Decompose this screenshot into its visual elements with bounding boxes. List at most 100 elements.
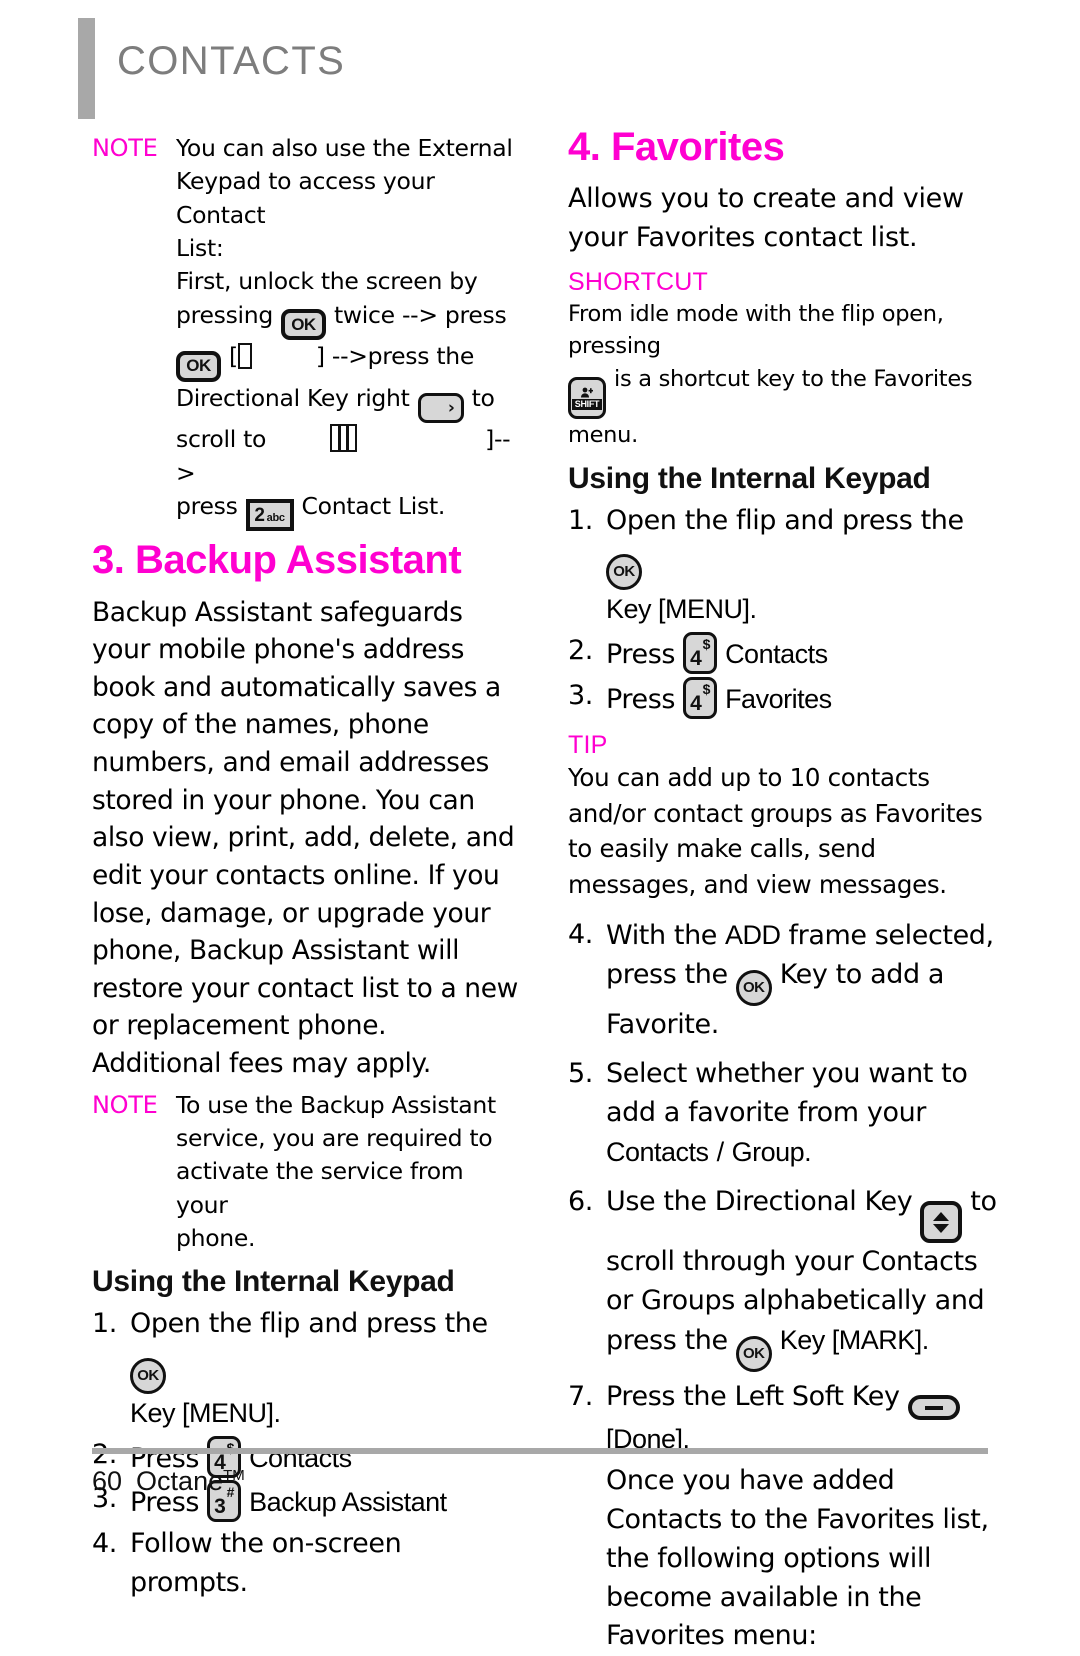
tip-body: You can add up to 10 contacts and/or con…: [568, 763, 983, 899]
footer-rule: [92, 1448, 988, 1454]
note-line: activate the service from your: [176, 1157, 464, 1219]
key-digit: 4: [690, 647, 702, 671]
note-line: To use the Backup Assistant: [176, 1090, 496, 1119]
list-item: 1. Open the flip and press the OK Key [MEN…: [568, 502, 998, 631]
step-text-part: .: [804, 1136, 812, 1167]
note-text: ] -->press the: [315, 342, 475, 371]
section-heading-favorites: 4. Favorites: [568, 125, 785, 169]
step-text: Press4$Contacts: [606, 632, 998, 675]
shortcut-text: From idle mode with the flip open, press…: [568, 300, 944, 360]
note-line-with-keys: pressing OK twice --> press: [176, 299, 522, 341]
list-item: 6. Use the Directional Key to scroll thro…: [568, 1183, 998, 1372]
keypad-number-key-icon: 4$: [683, 632, 718, 675]
note-text: [: [229, 342, 238, 371]
step-text-part: Open the flip and press the: [130, 1308, 488, 1340]
note-text: to: [471, 383, 495, 412]
note-line: List:: [176, 234, 224, 263]
directional-key-up-down-icon: [920, 1201, 963, 1244]
ok-key-icon: OK: [176, 350, 221, 382]
note-line: service, you are required to: [176, 1124, 493, 1153]
key-superscript: $: [702, 680, 711, 697]
note-text: twice --> press: [333, 300, 507, 329]
step-number: 7.: [568, 1380, 593, 1412]
step-text-part: /: [716, 1136, 725, 1167]
note-line-with-keys: press 2 abc Contact List.: [176, 490, 522, 532]
ok-key-icon: OK: [735, 970, 772, 1007]
note-line: Keypad to access your Contact: [176, 167, 435, 229]
subheading-using-internal-keypad: Using the Internal Keypad: [92, 1265, 455, 1299]
left-soft-key-icon: [907, 1395, 960, 1421]
page-number: 60: [92, 1466, 123, 1496]
ok-key-icon: OK: [130, 1357, 166, 1394]
note-label: NOTE: [92, 1090, 158, 1119]
list-item: 4. With the ADD frame selected, press the O…: [568, 916, 998, 1045]
key-letters: abc: [266, 512, 285, 525]
note-body: To use the Backup Assistant service, you…: [176, 1089, 522, 1256]
step-text: Press 4 $ Favorites: [606, 676, 998, 720]
step-text-part: Key [MENU].: [606, 594, 757, 625]
step-text-part: Use the Directional Key: [606, 1185, 913, 1217]
soft-key-dash-icon: [924, 1405, 943, 1410]
step-text: Select whether you want to add a favorit…: [606, 1055, 998, 1173]
manual-page: CONTACTS NOTE You can also use the Exter…: [0, 0, 1080, 1651]
section-heading-backup-assistant: 3. Backup Assistant: [92, 538, 462, 583]
tip-label: TIP: [568, 730, 608, 759]
subheading-using-internal-keypad: Using the Internal Keypad: [568, 461, 931, 495]
key-superscript: $: [702, 636, 711, 653]
steps-list-favorites: 1. Open the flip and press the OK Key [MEN…: [568, 502, 998, 720]
note-label: NOTE: [92, 134, 158, 162]
right-column: 4. Favorites Allows you to create and vi…: [568, 126, 998, 1656]
list-item: 4. Follow the on-screen prompts.: [92, 1525, 522, 1603]
step-number: 2.: [568, 635, 593, 667]
step-text-part: Open the flip and press the: [606, 504, 964, 536]
triangle-down-icon: [933, 1223, 950, 1233]
left-column: NOTE You can also use the External Keypa…: [92, 126, 522, 1605]
note-line-with-keys: Directional Key right › to: [176, 382, 522, 424]
note-external-keypad: NOTE You can also use the External Keypa…: [92, 132, 522, 532]
step-text-part: Contacts: [725, 639, 828, 670]
step-text-part: Press: [606, 683, 676, 715]
list-item: 5. Select whether you want to add a favo…: [568, 1055, 998, 1173]
step-text: Open the flip and press the OK Key [MENU].: [606, 502, 998, 631]
key-digit: 2: [254, 505, 265, 527]
closing-paragraph: Once you have added Contacts to the Favo…: [606, 1464, 989, 1652]
menu-grid-glyph-icon: [330, 424, 358, 453]
step-text: Use the Directional Key to scroll through…: [606, 1183, 998, 1372]
ok-key-icon: OK: [735, 1335, 772, 1372]
shortcut-label: SHORTCUT: [568, 268, 709, 297]
step-number: 3.: [568, 679, 593, 711]
keypad-2abc-icon: 2 abc: [245, 499, 294, 532]
step-number: 1.: [92, 1308, 117, 1340]
note-text: Contact List.: [301, 492, 446, 521]
step-text-part: Select whether you want to add a favorit…: [606, 1057, 968, 1128]
triangle-up-icon: [933, 1211, 950, 1221]
key-digit: 4: [690, 691, 702, 715]
note-text: pressing: [176, 300, 273, 329]
step-text-part: Key [MENU].: [130, 1397, 281, 1428]
ui-label: Contacts: [606, 1136, 709, 1167]
directional-key-right-icon: ›: [417, 393, 464, 424]
step-text-part: Press the Left Soft Key: [606, 1380, 900, 1412]
person-add-icon: [580, 387, 594, 398]
section-paragraph-backup-assistant: Backup Assistant safeguards your mobile …: [92, 596, 518, 1080]
step-text-part: Press: [606, 639, 676, 671]
step-text-part: Key [MARK].: [779, 1324, 930, 1355]
steps-list-favorites-continued: 4. With the ADD frame selected, press the O…: [568, 916, 998, 1656]
page-header: CONTACTS: [78, 18, 345, 119]
shortcut-text: is a shortcut key to the Favorites menu.: [568, 365, 973, 449]
note-backup-service: NOTE To use the Backup Assistant service…: [92, 1089, 522, 1256]
note-line: phone.: [176, 1224, 256, 1253]
keypad-number-key-icon: 4$: [683, 676, 718, 719]
shift-key-label: SHIFT: [571, 398, 603, 410]
shift-key-icon: SHIFT: [568, 377, 606, 420]
step-number: 4.: [568, 919, 593, 951]
step-text: Open the flip and press the OK Key [MENU].: [130, 1305, 522, 1434]
step-text-part: Favorites: [725, 683, 832, 714]
note-line-with-keys: OK [ ] -->press the: [176, 340, 522, 382]
step-text-part: Backup Assistant: [249, 1487, 447, 1518]
footer: 60 OctaneTM: [92, 1466, 245, 1497]
step-text-part: With the: [606, 920, 717, 952]
note-body: You can also use the External Keypad to …: [176, 132, 522, 532]
list-item: 3. Press 4 $ Favorites: [568, 676, 998, 720]
note-text: scroll to: [176, 425, 267, 454]
